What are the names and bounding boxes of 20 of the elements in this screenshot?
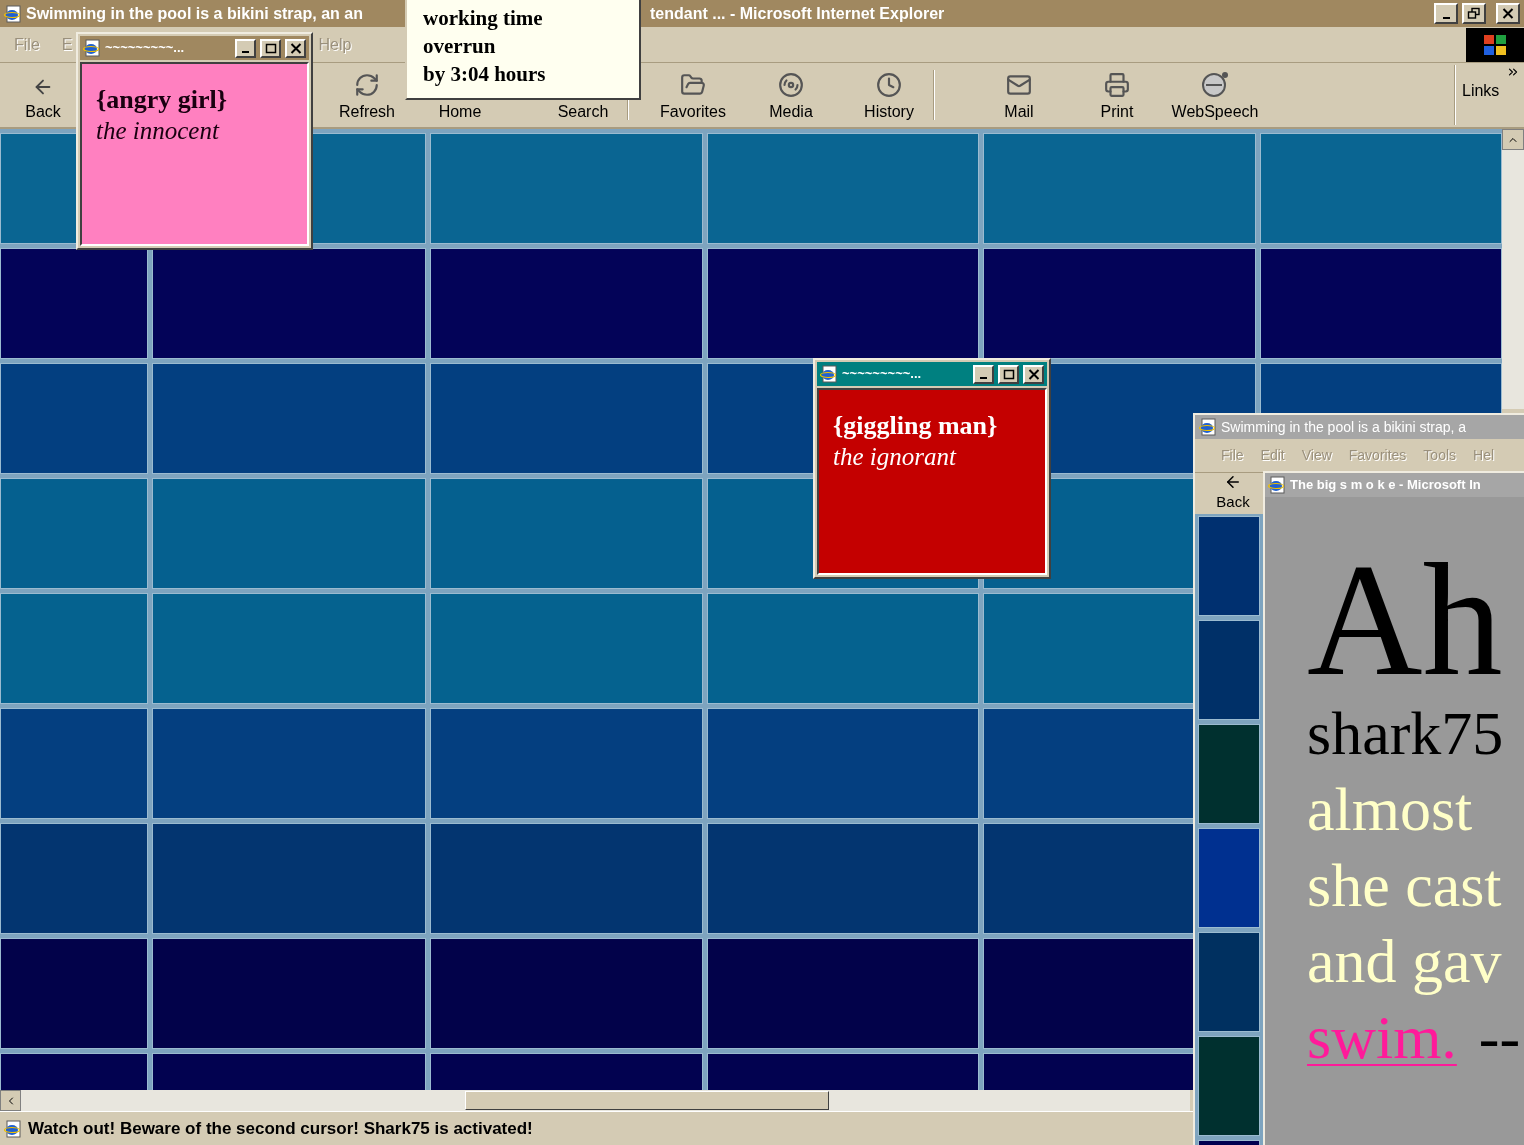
- popup-title: ~~~~~~~~~...: [842, 365, 923, 384]
- popup-subtitle: the innocent: [96, 116, 221, 146]
- status-text: Watch out! Beware of the second cursor! Shark75 is activated!: [28, 1117, 533, 1140]
- tooltip-text: overrun: [423, 33, 497, 60]
- page-text: almost: [1307, 774, 1473, 845]
- page-text: and gav: [1307, 926, 1502, 997]
- window-title: tendant ... - Microsoft Internet Explorer: [650, 3, 945, 24]
- tooltip-text: working time: [423, 5, 544, 32]
- window-title: The big s m o k e - Microsoft In: [1290, 476, 1481, 495]
- page-text: she cast: [1307, 850, 1502, 921]
- popup-subtitle: the ignorant: [833, 442, 958, 472]
- page-text: --: [1478, 1002, 1521, 1073]
- page-text: shark75: [1307, 698, 1504, 769]
- tooltip-text: by 3:04 hours: [423, 61, 547, 88]
- window-title: Swimming in the pool is a bikini strap, a: [1221, 417, 1467, 437]
- popup-heading: {giggling man}: [833, 410, 999, 442]
- window-title: Swimming in the pool is a bikini strap, an an: [26, 3, 363, 24]
- popup-title: ~~~~~~~~~...: [105, 39, 186, 58]
- page-heading: Ah: [1307, 545, 1503, 695]
- popup-heading: {angry girl}: [96, 84, 228, 116]
